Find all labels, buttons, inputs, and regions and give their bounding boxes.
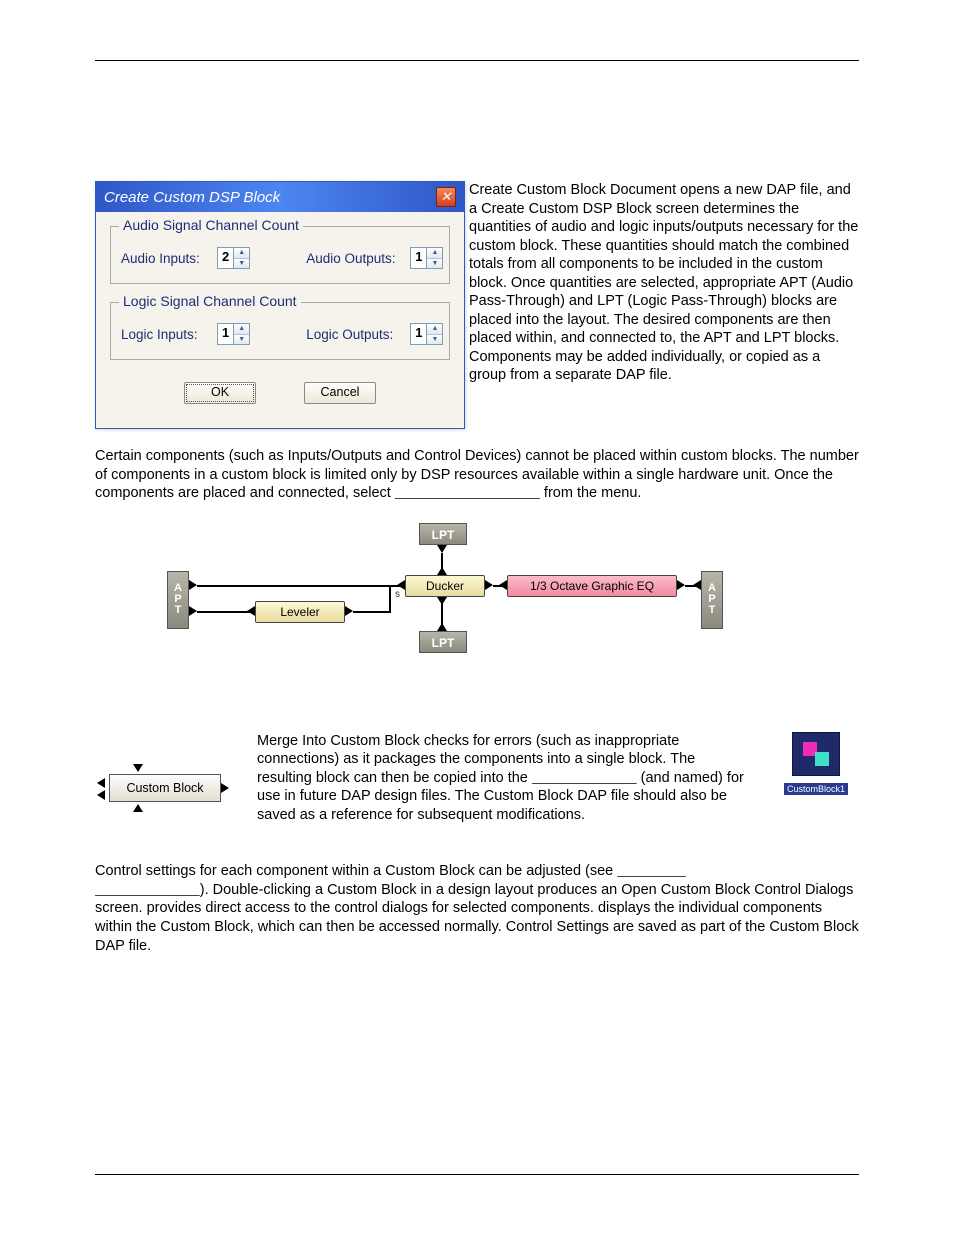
lpt-top-block: LPT <box>419 523 467 545</box>
custom-block-desktop-icon: CustomBlock1 <box>773 732 859 796</box>
logic-inputs-label: Logic Inputs: <box>121 327 209 342</box>
port-icon <box>437 597 447 605</box>
leveler-block: Leveler <box>255 601 345 623</box>
graphic-eq-block: 1/3 Octave Graphic EQ <box>507 575 677 597</box>
bottom-horizontal-rule <box>95 1174 859 1175</box>
audio-outputs-value: 1 <box>411 248 426 268</box>
intro-paragraph: Create Custom Block Document opens a new… <box>469 181 859 429</box>
apt-right-block: A P T <box>701 571 723 629</box>
signal-flow-diagram: A P T Leveler Ducker s LPT LPT 1/3 Octav… <box>167 523 787 668</box>
port-icon <box>97 790 105 800</box>
port-icon <box>693 580 701 590</box>
spinner-up-icon[interactable]: ▲ <box>234 248 249 259</box>
spinner-down-icon[interactable]: ▼ <box>427 335 442 345</box>
audio-outputs-label: Audio Outputs: <box>306 251 402 266</box>
spinner-down-icon[interactable]: ▼ <box>427 259 442 269</box>
audio-outputs-spinner[interactable]: 1 ▲▼ <box>410 247 443 269</box>
port-icon <box>345 606 353 616</box>
spinner-down-icon[interactable]: ▼ <box>234 335 249 345</box>
ducker-block: Ducker <box>405 575 485 597</box>
audio-inputs-label: Audio Inputs: <box>121 251 209 266</box>
port-icon <box>677 580 685 590</box>
ok-button[interactable]: OK <box>184 382 256 404</box>
port-icon <box>189 606 197 616</box>
control-settings-paragraph: Control settings for each component with… <box>95 862 859 955</box>
logic-inputs-value: 1 <box>218 324 233 344</box>
dialog-title: Create Custom DSP Block <box>104 189 280 206</box>
port-icon <box>133 804 143 812</box>
spinner-up-icon[interactable]: ▲ <box>427 324 442 335</box>
ducker-s-label: s <box>395 589 400 600</box>
top-horizontal-rule <box>95 60 859 61</box>
audio-fieldset-legend: Audio Signal Channel Count <box>119 217 303 233</box>
port-icon <box>437 545 447 553</box>
logic-signal-fieldset: Logic Signal Channel Count Logic Inputs:… <box>110 302 450 360</box>
audio-signal-fieldset: Audio Signal Channel Count Audio Inputs:… <box>110 226 450 284</box>
audio-inputs-value: 2 <box>218 248 233 268</box>
spinner-down-icon[interactable]: ▼ <box>234 259 249 269</box>
cancel-button[interactable]: Cancel <box>304 382 376 404</box>
port-icon <box>485 580 493 590</box>
logic-inputs-spinner[interactable]: 1 ▲▼ <box>217 323 250 345</box>
create-custom-dsp-block-dialog: Create Custom DSP Block ✕ Audio Signal C… <box>95 181 465 429</box>
custom-block-component: Custom Block <box>95 760 235 816</box>
logic-outputs-value: 1 <box>411 324 426 344</box>
close-icon[interactable]: ✕ <box>436 187 456 207</box>
spinner-up-icon[interactable]: ▲ <box>234 324 249 335</box>
port-icon <box>133 764 143 772</box>
port-icon <box>221 783 229 793</box>
port-icon <box>437 567 447 575</box>
port-icon <box>97 778 105 788</box>
audio-inputs-spinner[interactable]: 2 ▲▼ <box>217 247 250 269</box>
link-blank-1 <box>617 863 686 879</box>
custom-block-label: Custom Block <box>109 774 221 802</box>
port-icon <box>247 606 255 616</box>
custom-block-icon <box>792 732 840 776</box>
logic-outputs-label: Logic Outputs: <box>306 327 402 342</box>
apt-left-block: A P T <box>167 571 189 629</box>
spinner-up-icon[interactable]: ▲ <box>427 248 442 259</box>
constraints-paragraph: Certain components (such as Inputs/Outpu… <box>95 447 859 503</box>
custom-block-icon-caption: CustomBlock1 <box>784 783 848 795</box>
logic-outputs-spinner[interactable]: 1 ▲▼ <box>410 323 443 345</box>
lpt-bottom-block: LPT <box>419 631 467 653</box>
dialog-titlebar: Create Custom DSP Block ✕ <box>96 182 464 212</box>
processing-library-blank <box>532 770 637 786</box>
merge-paragraph: Merge Into Custom Block checks for error… <box>257 732 751 825</box>
link-blank-2 <box>95 882 200 898</box>
port-icon <box>499 580 507 590</box>
menu-path-blank <box>395 485 540 501</box>
logic-fieldset-legend: Logic Signal Channel Count <box>119 293 301 309</box>
port-icon <box>189 580 197 590</box>
